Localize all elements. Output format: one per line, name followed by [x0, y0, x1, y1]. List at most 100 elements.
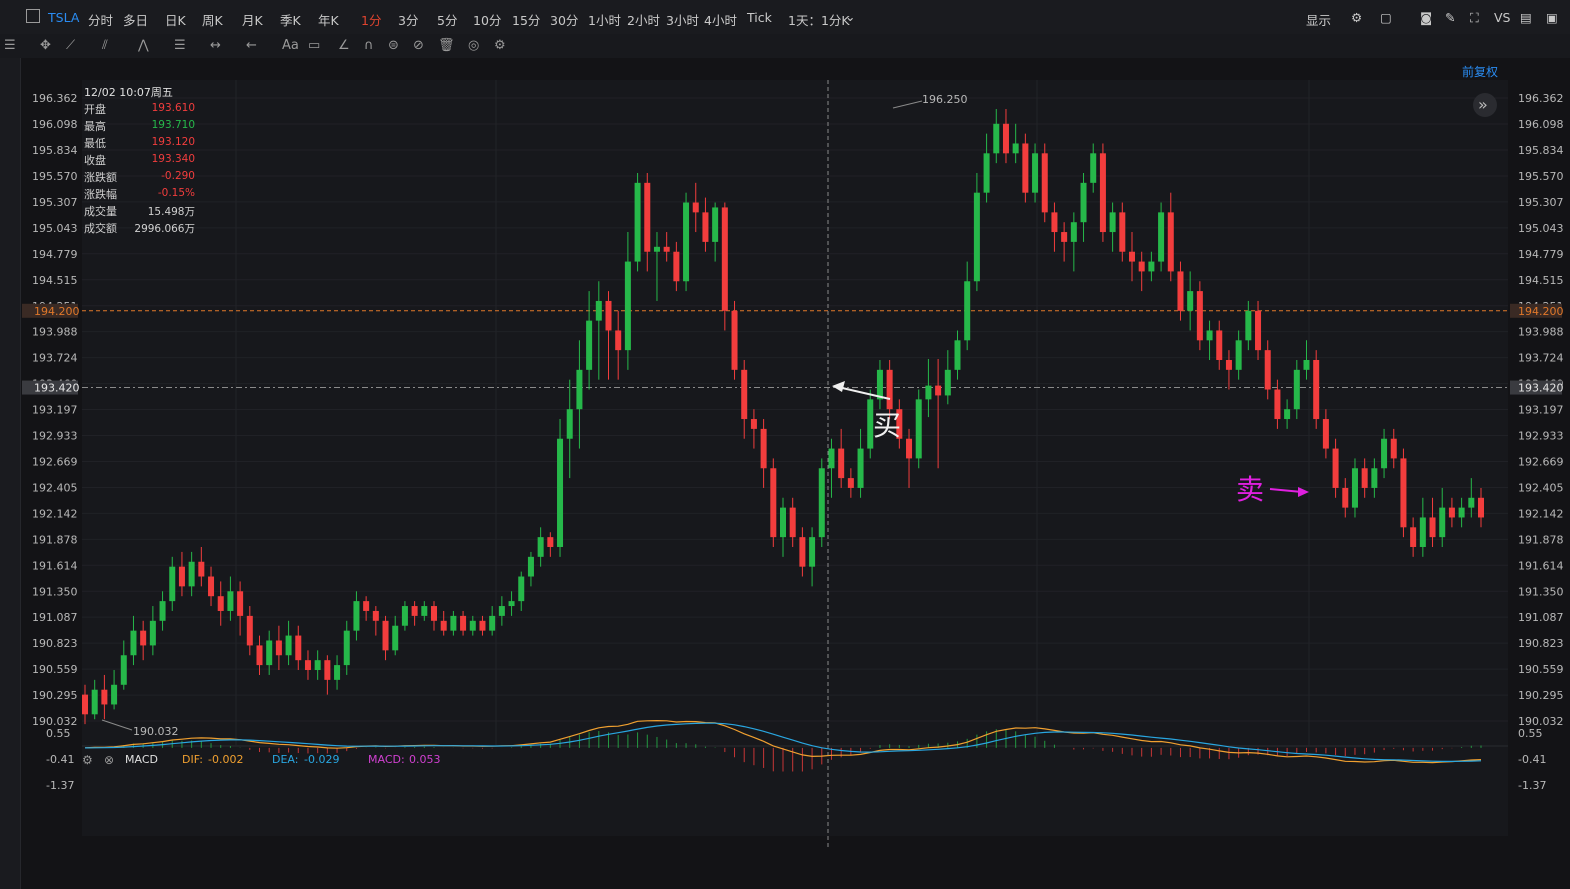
time-axis: [82, 850, 1508, 870]
macd-settings-icon[interactable]: ⚙: [82, 753, 93, 767]
text-icon[interactable]: Aa: [282, 38, 299, 53]
candle-body: [1109, 212, 1116, 233]
vs-button[interactable]: VS: [1494, 10, 1511, 25]
symbol-label[interactable]: TSLA: [48, 10, 79, 25]
candle-body: [1322, 419, 1329, 449]
macd-close-icon[interactable]: ⊗: [104, 753, 114, 767]
period-tab[interactable]: 季K: [280, 10, 301, 29]
period-tab[interactable]: 多日: [123, 10, 148, 29]
window-icon[interactable]: [26, 9, 40, 23]
candle-body: [314, 660, 321, 671]
channel-icon[interactable]: ⫽: [102, 38, 108, 53]
magnet-icon[interactable]: ∩: [364, 38, 374, 53]
period-tab[interactable]: 年K: [318, 10, 339, 29]
book-icon[interactable]: ▤: [1520, 10, 1532, 25]
camera-icon[interactable]: ◙: [1420, 10, 1432, 25]
candle-body: [935, 385, 942, 396]
display-button[interactable]: 显示: [1306, 10, 1331, 29]
period-tab[interactable]: 3分: [398, 10, 418, 29]
angle-icon[interactable]: ∠: [338, 38, 350, 53]
y-tick-label-left: 191.614: [32, 559, 78, 572]
candle-body: [469, 620, 476, 631]
y-tick-label-left: 191.350: [32, 585, 78, 598]
adjust-button[interactable]: 前复权: [1462, 63, 1498, 80]
candle-body: [421, 606, 428, 616]
y-tick-label-left: 193.988: [32, 326, 78, 339]
pen-icon[interactable]: ✎: [1445, 10, 1455, 25]
candle-body: [1225, 359, 1232, 370]
settings-icon[interactable]: ⚙: [494, 38, 506, 53]
crosshair-icon[interactable]: ✥: [40, 38, 51, 53]
measure-icon[interactable]: ↔: [210, 38, 221, 53]
candle-body: [430, 606, 438, 621]
candle-body: [983, 153, 990, 193]
gear-icon[interactable]: ⚙: [1351, 10, 1362, 25]
range-selector[interactable]: 1天：1分K: [788, 10, 850, 29]
candle-body: [1177, 271, 1184, 311]
ohlc-row-label: 收盘: [84, 154, 106, 167]
candle-body: [1158, 212, 1165, 262]
candle-body: [586, 320, 593, 370]
trendline-icon[interactable]: ⟋: [66, 38, 75, 53]
period-tab[interactable]: 10分: [473, 10, 501, 29]
period-tab[interactable]: 5分: [437, 10, 457, 29]
candle-body: [1371, 468, 1378, 488]
candle-body: [1119, 212, 1126, 252]
period-tab[interactable]: 1分: [361, 10, 381, 29]
candle-body: [188, 561, 195, 587]
candle-body: [634, 182, 641, 262]
price-pane: [82, 80, 1508, 781]
comment-icon[interactable]: ▭: [308, 38, 320, 53]
candle-body: [149, 620, 156, 646]
period-tab[interactable]: 周K: [202, 10, 223, 29]
period-tab[interactable]: 1小时: [588, 10, 621, 29]
candle-body: [818, 468, 825, 538]
candle-body: [334, 665, 341, 680]
ohlc-row-label: 涨跌幅: [84, 188, 117, 201]
sell-annotation: 卖: [1236, 473, 1265, 506]
candle-body: [1206, 330, 1213, 341]
ohlc-row-value: 193.120: [151, 136, 195, 148]
square-icon[interactable]: ▢: [1380, 10, 1392, 25]
period-tab[interactable]: 分时: [88, 10, 113, 29]
menu-icon[interactable]: ☰: [4, 38, 16, 53]
y-tick-label-left: 193.724: [32, 352, 78, 365]
period-tab[interactable]: 15分: [512, 10, 540, 29]
candle-body: [1080, 182, 1087, 223]
candle-body: [944, 369, 951, 396]
candle-body: [1429, 517, 1436, 538]
candle-body: [266, 640, 273, 666]
candle-body: [624, 261, 631, 351]
candle-body: [741, 369, 748, 420]
period-tab[interactable]: 30分: [550, 10, 578, 29]
period-tab[interactable]: 4小时: [704, 10, 737, 29]
chevron-down-icon[interactable]: ⌄: [845, 9, 855, 24]
period-tab[interactable]: Tick: [747, 10, 772, 25]
candle-body: [1216, 330, 1223, 360]
candle-body: [198, 561, 205, 577]
panel-icon[interactable]: ▣: [1546, 10, 1558, 25]
arrow-left-icon[interactable]: ←: [246, 38, 257, 53]
dif-label: DIF:: [182, 753, 203, 766]
candle-body: [1022, 143, 1029, 193]
fib-icon[interactable]: ☰: [174, 38, 186, 53]
macd-name[interactable]: MACD: [125, 753, 158, 766]
trash-icon[interactable]: 🗑: [438, 38, 455, 53]
eye-icon[interactable]: ◎: [468, 38, 479, 53]
lock-icon[interactable]: ⊜: [388, 38, 399, 53]
zigzag-icon[interactable]: ⋀: [138, 38, 149, 53]
period-tab[interactable]: 日K: [165, 10, 186, 29]
y-tick-label-right: 193.988: [1518, 326, 1564, 339]
candle-body: [779, 507, 787, 538]
period-tab[interactable]: 3小时: [666, 10, 699, 29]
y-tick-label-left: 192.669: [32, 455, 78, 468]
candle-body: [130, 630, 137, 656]
fullscreen-icon[interactable]: ⛶: [1470, 10, 1479, 26]
candle-body: [847, 478, 854, 488]
period-tab[interactable]: 2小时: [627, 10, 660, 29]
candle-body: [692, 202, 699, 213]
candle-body: [925, 385, 932, 400]
period-tab[interactable]: 月K: [242, 10, 263, 29]
hide-icon[interactable]: ⊘: [413, 38, 424, 53]
candle-body: [460, 615, 467, 631]
